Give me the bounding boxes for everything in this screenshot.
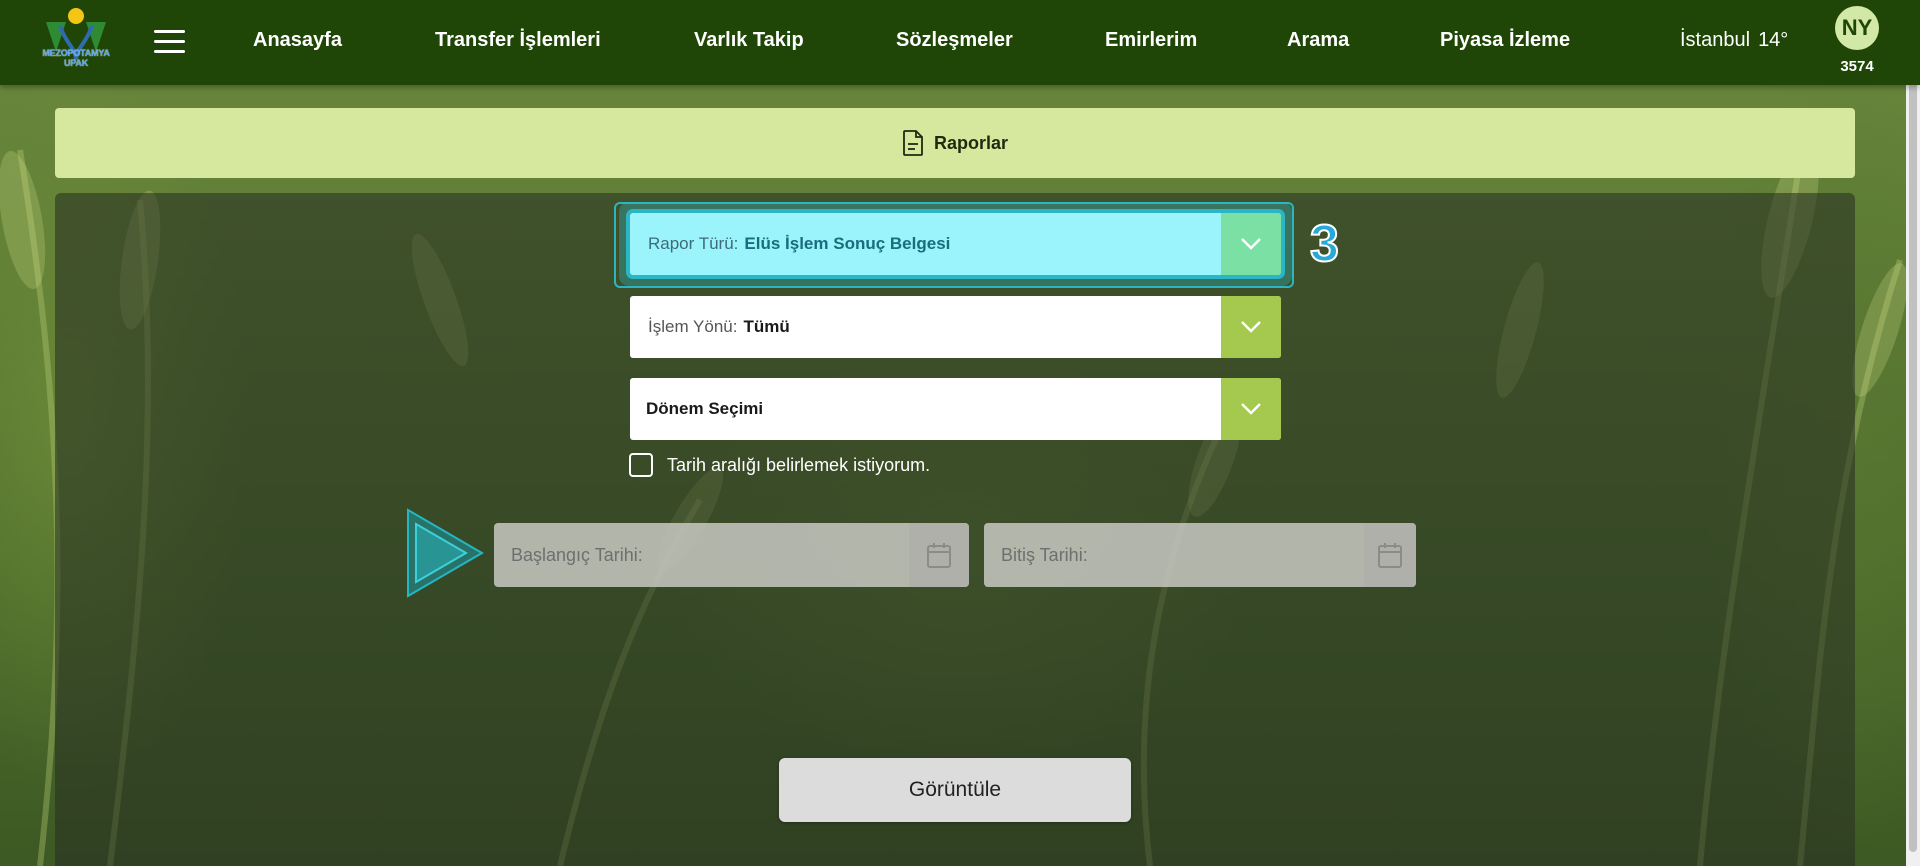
top-navbar: MEZOPOTAMYA UPAK Anasayfa Transfer İşlem… (0, 0, 1920, 85)
chevron-down-icon[interactable] (1221, 213, 1281, 275)
date-range-checkbox[interactable] (629, 453, 653, 477)
start-date-placeholder: Başlangıç Tarihi: (511, 544, 643, 565)
period-value: Dönem Seçimi (646, 399, 764, 418)
nav-arama[interactable]: Arama (1287, 29, 1349, 52)
user-code: 3574 (1840, 58, 1874, 75)
period-select[interactable]: Dönem Seçimi (630, 378, 1281, 440)
chevron-down-icon[interactable] (1221, 296, 1281, 358)
page-scrollbar[interactable] (1906, 0, 1920, 866)
end-date-placeholder: Bitiş Tarihi: (1001, 544, 1088, 565)
date-range-checkbox-label[interactable]: Tarih aralığı belirlemek istiyorum. (667, 455, 930, 476)
transaction-direction-select[interactable]: İşlem Yönü: Tümü (630, 296, 1281, 358)
chevron-down-icon[interactable] (1221, 378, 1281, 440)
report-type-label: Rapor Türü: (648, 234, 739, 253)
nav-piyasa-izleme[interactable]: Piyasa İzleme (1440, 29, 1570, 52)
weather-widget: İstanbul 14° (1680, 29, 1788, 52)
nav-anasayfa[interactable]: Anasayfa (253, 29, 342, 52)
start-date-input[interactable]: Başlangıç Tarihi: (494, 523, 969, 587)
report-type-select[interactable]: Rapor Türü: Elüs İşlem Sonuç Belgesi (630, 213, 1281, 275)
direction-label: İşlem Yönü: (648, 317, 738, 336)
report-type-value: Elüs İşlem Sonuç Belgesi (744, 234, 951, 253)
reports-banner: Raporlar (55, 108, 1855, 178)
menu-icon[interactable] (154, 30, 186, 54)
nav-emirlerim[interactable]: Emirlerim (1105, 29, 1197, 52)
user-avatar[interactable]: NY (1835, 6, 1879, 50)
nav-transfer-islemleri[interactable]: Transfer İşlemleri (435, 29, 601, 52)
tutorial-step-number: 3 (1309, 214, 1340, 274)
banner-title: Raporlar (933, 132, 1009, 153)
nav-sozlesmeler[interactable]: Sözleşmeler (896, 29, 1013, 52)
date-range-option: Tarih aralığı belirlemek istiyorum. (629, 453, 930, 477)
weather-city: İstanbul (1680, 29, 1751, 51)
nav-varlik-takip[interactable]: Varlık Takip (694, 29, 804, 52)
calendar-icon[interactable] (1364, 523, 1416, 587)
view-report-button[interactable]: Görüntüle (779, 758, 1131, 822)
scrollbar-thumb[interactable] (1909, 2, 1917, 852)
calendar-icon[interactable] (909, 523, 969, 587)
weather-temp: 14° (1758, 29, 1789, 51)
document-icon (903, 130, 923, 156)
direction-value: Tümü (743, 317, 790, 336)
logo-text: MEZOPOTAMYA UPAK (42, 48, 110, 68)
end-date-input[interactable]: Bitiş Tarihi: (984, 523, 1416, 587)
tutorial-pointer-icon (407, 508, 484, 598)
